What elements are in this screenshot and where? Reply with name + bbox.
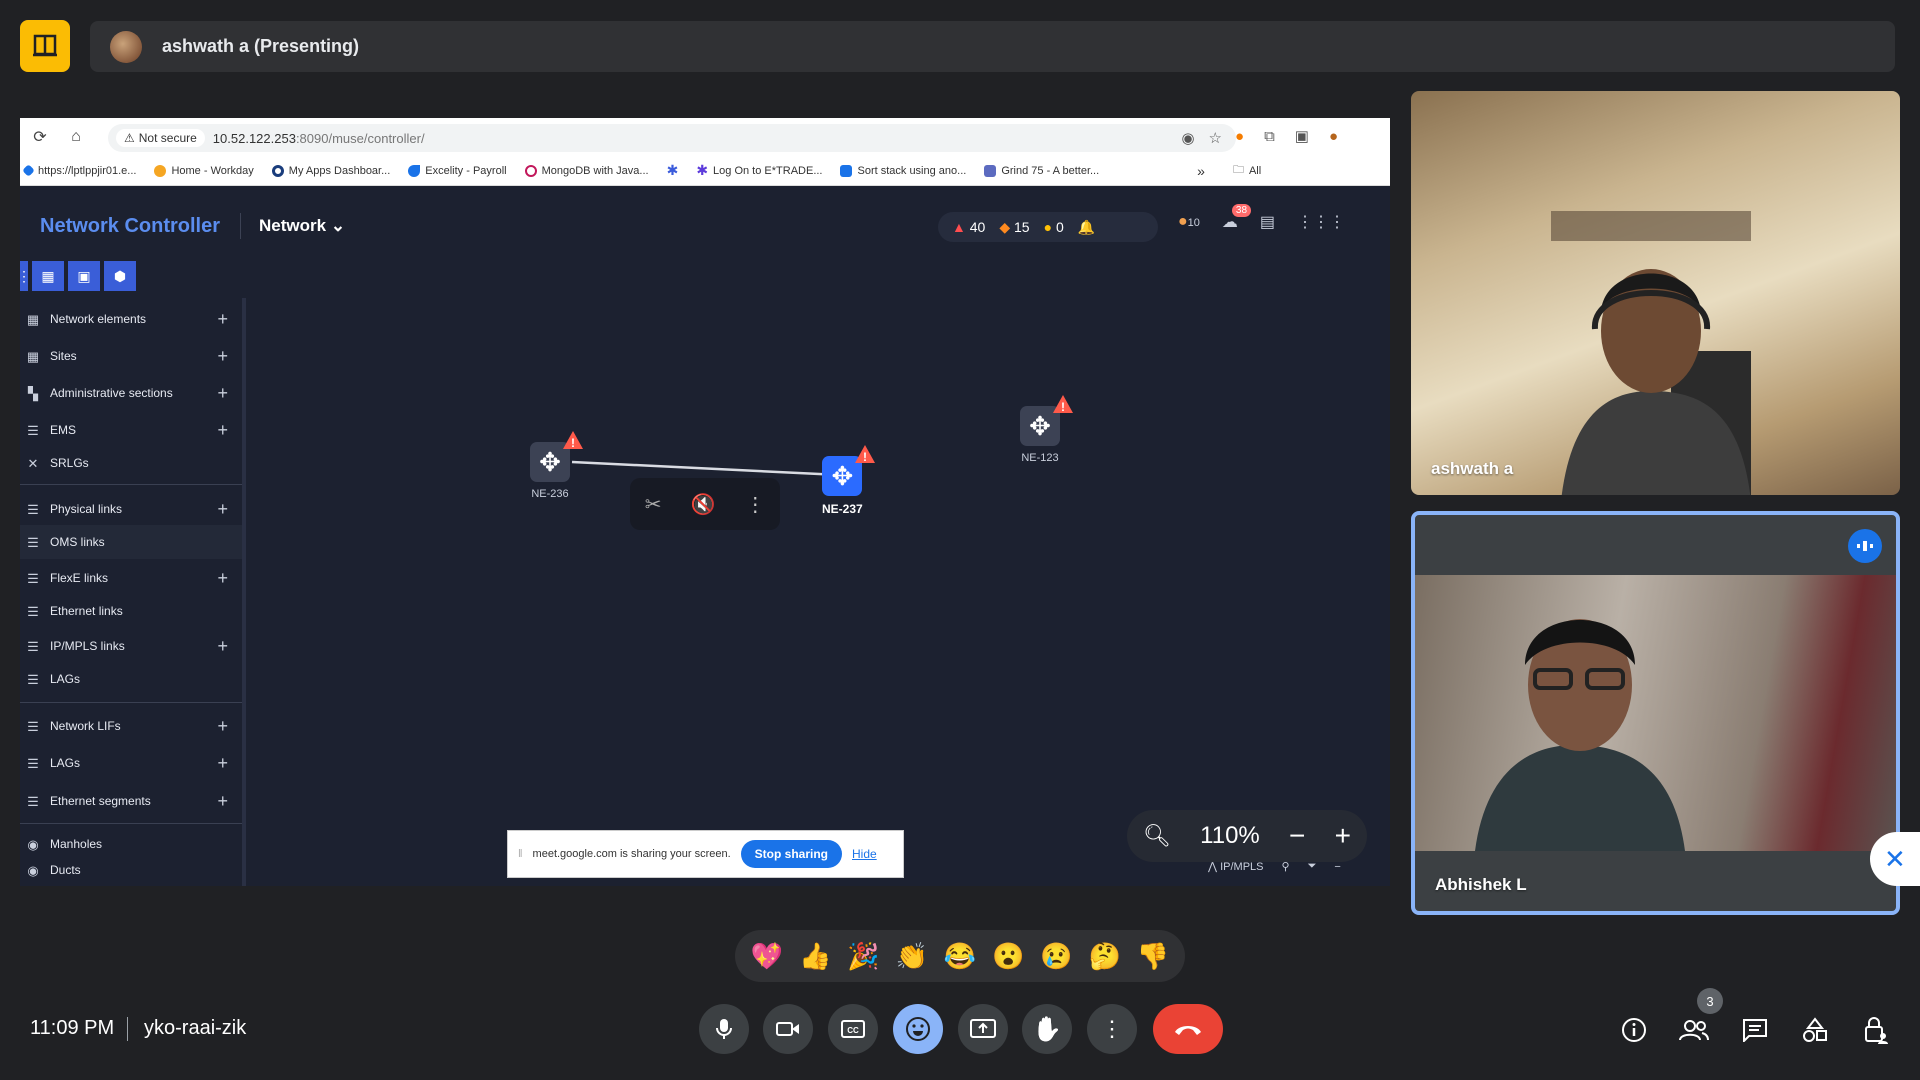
node-ne-237[interactable]: ✥ ! NE-237: [822, 445, 876, 516]
participant-video: [1551, 211, 1751, 495]
more-vert-icon[interactable]: ⋮: [745, 492, 765, 517]
presentation-logo-button[interactable]: [20, 20, 70, 72]
participant-tile[interactable]: ashwath a: [1411, 91, 1900, 495]
link-ne236-ne237: [571, 460, 841, 477]
reaction-surprised[interactable]: 😮: [992, 941, 1024, 972]
speaking-indicator-icon: [1848, 529, 1882, 563]
reactions-button[interactable]: [893, 1004, 943, 1054]
people-icon: [1679, 1020, 1709, 1041]
reaction-sad[interactable]: 😢: [1040, 941, 1072, 972]
activities-button[interactable]: [1799, 1014, 1831, 1046]
reaction-clap[interactable]: 👏: [896, 941, 928, 972]
pin-off-icon[interactable]: ✂: [645, 492, 662, 517]
participant-tile-active-speaker[interactable]: Abhishek L: [1411, 511, 1900, 915]
microphone-icon: [716, 1019, 732, 1039]
screen-share-notice: ‖ meet.google.com is sharing your screen…: [507, 830, 904, 878]
chat-icon: [1743, 1019, 1767, 1042]
warning-icon: !: [563, 431, 583, 450]
zoom-in-button[interactable]: +: [1335, 820, 1351, 852]
captions-button[interactable]: CC: [828, 1004, 878, 1054]
participant-video: [1415, 575, 1896, 851]
present-now-button[interactable]: [958, 1004, 1008, 1054]
layer-selector[interactable]: ⋀ IP/MPLS: [1208, 860, 1264, 873]
reaction-heart[interactable]: 💖: [751, 941, 783, 972]
people-button[interactable]: [1678, 1014, 1710, 1046]
filter-icon[interactable]: ⏷: [1308, 860, 1317, 873]
search-icon[interactable]: ⚲: [1282, 860, 1290, 873]
participant-name: ashwath a: [1431, 459, 1514, 478]
floating-controls: ✂ 🔇 ⋮: [630, 478, 780, 530]
leave-call-button[interactable]: [1153, 1004, 1223, 1054]
activities-icon: [1803, 1017, 1827, 1042]
participant-count-badge: 3: [1697, 988, 1723, 1014]
info-icon: [1622, 1018, 1646, 1042]
stop-sharing-button[interactable]: Stop sharing: [740, 840, 842, 868]
mute-icon[interactable]: 🔇: [691, 492, 716, 517]
node-ne-236[interactable]: ✥ ! NE-236: [530, 431, 583, 500]
drag-handle-icon[interactable]: ‖: [518, 848, 523, 860]
meeting-details-button[interactable]: [1618, 1014, 1650, 1046]
svg-text:!: !: [1061, 400, 1065, 414]
more-options-button[interactable]: ⋮: [1087, 1004, 1137, 1054]
share-notice-text: meet.google.com is sharing your screen.: [532, 848, 731, 860]
present-icon: [970, 1019, 996, 1038]
camera-icon: [776, 1022, 799, 1036]
meeting-time: 11:09 PM: [30, 1017, 115, 1039]
zoom-out-button[interactable]: −: [1289, 820, 1305, 852]
router-icon: ✥: [831, 460, 854, 491]
chat-button[interactable]: [1739, 1014, 1771, 1046]
warning-icon: !: [1053, 395, 1073, 414]
emoji-icon: [906, 1017, 930, 1041]
presenter-avatar: [110, 30, 142, 63]
svg-text:!: !: [571, 436, 575, 450]
layer-bar: ⋀ IP/MPLS ⚲ ⏷ −: [1208, 860, 1341, 873]
raise-hand-button[interactable]: ✋: [1022, 1004, 1072, 1054]
reaction-thinking[interactable]: 🤔: [1088, 941, 1120, 972]
sparkle-icon: ✕: [1884, 843, 1906, 874]
router-icon: ✥: [1029, 410, 1051, 441]
camera-button[interactable]: [763, 1004, 813, 1054]
presenting-bar: ashwath a (Presenting): [90, 21, 1895, 72]
zoom-search-icon[interactable]: 🔍︎: [1143, 823, 1171, 849]
hide-link[interactable]: Hide: [852, 847, 877, 861]
reaction-thumbs-down[interactable]: 👎: [1137, 941, 1169, 972]
side-panel-toggle[interactable]: ✕: [1870, 832, 1920, 886]
svg-text:!: !: [863, 450, 867, 464]
host-controls-button[interactable]: [1860, 1014, 1892, 1046]
reactions-bar: 💖 👍 🎉 👏 😂 😮 😢 🤔 👎: [735, 930, 1185, 982]
reaction-party[interactable]: 🎉: [847, 941, 879, 972]
collapse-icon[interactable]: −: [1334, 861, 1340, 873]
reaction-laugh[interactable]: 😂: [944, 941, 976, 972]
node-ne-123[interactable]: ✥ ! NE-123: [1020, 395, 1073, 464]
hang-up-icon: [1175, 1026, 1201, 1035]
captions-icon: CC: [841, 1020, 865, 1038]
present-screen-icon: [33, 34, 57, 57]
microphone-button[interactable]: [699, 1004, 749, 1054]
shared-screen: ⟳ ⌂ ⚠ Not secure 10.52.122.253:8090/muse…: [20, 118, 1390, 886]
router-icon: ✥: [539, 446, 561, 477]
participant-name: Abhishek L: [1435, 875, 1527, 894]
warning-icon: !: [855, 445, 876, 464]
zoom-control: 🔍︎ 110% − +: [1127, 810, 1367, 862]
presenting-label: ashwath a (Presenting): [162, 36, 360, 56]
hand-icon: ✋: [1032, 1015, 1062, 1043]
reaction-thumbs-up[interactable]: 👍: [799, 941, 831, 972]
svg-text:CC: CC: [847, 1026, 859, 1035]
zoom-level: 110%: [1200, 822, 1260, 849]
meeting-code: yko-raai-zik: [144, 1017, 247, 1039]
lock-person-icon: [1865, 1017, 1888, 1044]
more-vert-icon: ⋮: [1101, 1016, 1123, 1041]
